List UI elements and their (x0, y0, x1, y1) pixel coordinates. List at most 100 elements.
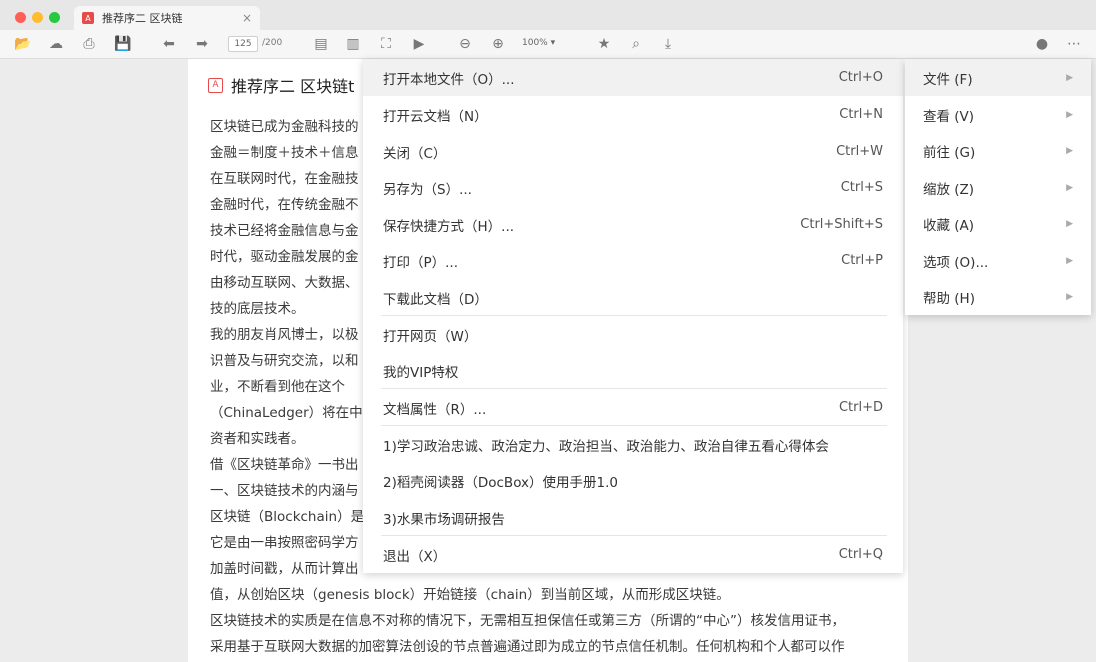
print-icon[interactable]: ⎙ (81, 36, 97, 52)
menu-item-shortcut: Ctrl+S (840, 180, 883, 195)
menu-options[interactable]: 选项 (O)... ▶ (905, 242, 1091, 279)
menu-item-label: 另存为（S）... (383, 181, 472, 198)
menu-item-label: 缩放 (Z) (923, 181, 975, 198)
menu-item-label: 2)稻壳阅读器（DocBox）使用手册1.0 (383, 474, 618, 491)
chevron-right-icon: ▶ (1066, 255, 1073, 266)
document-line: 在互联网时代，在金融技 (210, 171, 359, 187)
pdf-icon: A (208, 77, 223, 93)
menu-item-close[interactable]: 关闭（C） Ctrl+W (363, 133, 903, 170)
document-line: 业，不断看到他在这个 (210, 379, 345, 395)
menu-item-print[interactable]: 打印（P）... Ctrl+P (363, 242, 903, 279)
menu-item-label: 打开网页（W） (383, 328, 478, 345)
menu-item-label: 打印（P）... (383, 254, 459, 271)
menu-file[interactable]: 文件 (F) ▶ (905, 59, 1091, 96)
close-icon[interactable]: × (242, 11, 252, 25)
menu-item-label: 我的VIP特权 (383, 364, 459, 381)
document-line: 时代，驱动金融发展的金 (210, 249, 359, 265)
menu-zoom[interactable]: 缩放 (Z) ▶ (905, 169, 1091, 206)
chevron-right-icon: ▶ (1066, 182, 1073, 193)
document-line: 借《区块链革命》一书出 (210, 457, 359, 473)
document-tab[interactable]: A 推荐序二 区块链 × (74, 6, 260, 30)
page-number-input[interactable]: 125 (228, 36, 258, 52)
menu-item-label: 收藏 (A) (923, 217, 975, 234)
menu-item-open-local[interactable]: 打开本地文件（O）... Ctrl+O (363, 59, 903, 96)
main-menu: 文件 (F) ▶ 查看 (V) ▶ 前往 (G) ▶ 缩放 (Z) ▶ 收藏 (… (905, 59, 1091, 315)
chevron-down-icon: ▾ (550, 38, 556, 48)
menu-item-label: 选项 (O)... (923, 254, 989, 271)
menu-item-shortcut: Ctrl+Q (838, 547, 883, 562)
double-page-icon[interactable]: ▥ (345, 36, 361, 52)
document-line: 金融时代，在传统金融不 (210, 197, 359, 213)
menu-item-properties[interactable]: 文档属性（R）... Ctrl+D (363, 389, 903, 426)
menu-item-label: 3)水果市场调研报告 (383, 511, 505, 528)
minimize-window-button[interactable] (32, 12, 43, 23)
app-window: A 推荐序二 区块链 × 📂 ☁ ⎙ 💾 ⬅ ➡ 125 /200 ▤ ▥ ⛶ … (0, 0, 1096, 662)
zoom-select[interactable]: 100% ▾ (522, 38, 555, 48)
close-window-button[interactable] (15, 12, 26, 23)
document-line: 资者和实践者。 (210, 431, 305, 447)
more-icon[interactable]: ⋯ (1066, 36, 1082, 52)
title-bar: A 推荐序二 区块链 × (0, 0, 1096, 30)
menu-item-label: 打开本地文件（O）... (383, 71, 515, 88)
document-line: 技的底层技术。 (210, 301, 305, 317)
star-icon[interactable]: ★ (596, 36, 612, 52)
toolbar: 📂 ☁ ⎙ 💾 ⬅ ➡ 125 /200 ▤ ▥ ⛶ ▶ ⊖ ⊕ 100% ▾ … (0, 30, 1096, 59)
document-line: 值，从创始区块（genesis block）开始链接（chain）到当前区域，从… (210, 587, 730, 603)
page-total: /200 (262, 38, 283, 48)
menu-item-label: 退出（X） (383, 548, 447, 565)
pdf-icon: A (82, 12, 94, 24)
menu-item-recent-3[interactable]: 3)水果市场调研报告 (363, 499, 903, 536)
present-icon[interactable]: ▶ (411, 36, 427, 52)
menu-item-download[interactable]: 下载此文档（D） (363, 279, 903, 316)
menu-item-shortcut: Ctrl+P (841, 253, 883, 268)
document-line: 区块链技术的实质是在信息不对称的情况下，无需相互担保信任或第三方（所谓的“中心”… (210, 613, 845, 629)
menu-item-recent-1[interactable]: 1)学习政治忠诚、政治定力、政治担当、政治能力、政治自律五看心得体会 (363, 426, 903, 463)
menu-item-shortcut: Ctrl+D (838, 400, 883, 415)
menu-help[interactable]: 帮助 (H) ▶ (905, 278, 1091, 315)
menu-item-save-shortcut[interactable]: 保存快捷方式（H）... Ctrl+Shift+S (363, 206, 903, 243)
fit-screen-icon[interactable]: ⛶ (378, 36, 394, 52)
document-line: 它是由一串按照密码学方 (210, 535, 359, 551)
menu-item-open-cloud[interactable]: 打开云文档（N） Ctrl+N (363, 96, 903, 133)
menu-go[interactable]: 前往 (G) ▶ (905, 132, 1091, 169)
save-cloud-icon[interactable]: ☁ (48, 36, 64, 52)
menu-item-shortcut: Ctrl+O (838, 70, 883, 85)
menu-favorites[interactable]: 收藏 (A) ▶ (905, 205, 1091, 242)
download-icon[interactable]: ⤓ (660, 36, 676, 52)
user-icon[interactable]: ● (1034, 36, 1050, 52)
chevron-right-icon: ▶ (1066, 145, 1073, 156)
menu-item-recent-2[interactable]: 2)稻壳阅读器（DocBox）使用手册1.0 (363, 462, 903, 499)
menu-item-label: 文档属性（R）... (383, 401, 487, 418)
menu-item-label: 查看 (V) (923, 108, 975, 125)
menu-view[interactable]: 查看 (V) ▶ (905, 96, 1091, 133)
document-line: （ChinaLedger）将在中 (210, 405, 363, 421)
zoom-window-button[interactable] (49, 12, 60, 23)
single-page-icon[interactable]: ▤ (313, 36, 329, 52)
search-icon[interactable]: ⌕ (628, 36, 644, 52)
chevron-right-icon: ▶ (1066, 291, 1073, 302)
menu-item-exit[interactable]: 退出（X） Ctrl+Q (363, 536, 903, 573)
chevron-right-icon: ▶ (1066, 218, 1073, 229)
menu-item-label: 打开云文档（N） (383, 108, 488, 125)
back-arrow-icon[interactable]: ⬅ (161, 36, 177, 52)
menu-item-label: 文件 (F) (923, 71, 973, 88)
menu-item-vip[interactable]: 我的VIP特权 (363, 352, 903, 389)
menu-item-label: 下载此文档（D） (383, 291, 488, 308)
document-line: 区块链（Blockchain）是 (210, 509, 365, 525)
open-folder-icon[interactable]: 📂 (14, 36, 31, 52)
document-line: 金融＝制度＋技术＋信息 (210, 145, 359, 161)
zoom-out-icon[interactable]: ⊖ (457, 36, 473, 52)
menu-item-shortcut: Ctrl+W (836, 144, 883, 159)
save-icon[interactable]: 💾 (114, 36, 131, 52)
document-line: 技术已经将金融信息与金 (210, 223, 359, 239)
document-line: 一、区块链技术的内涵与 (210, 483, 359, 499)
menu-item-open-web[interactable]: 打开网页（W） (363, 316, 903, 353)
zoom-in-icon[interactable]: ⊕ (490, 36, 506, 52)
document-line: 采用基于互联网大数据的加密算法创设的节点普遍通过即为成立的节点信任机制。任何机构… (210, 639, 845, 655)
menu-item-save-as[interactable]: 另存为（S）... Ctrl+S (363, 169, 903, 206)
menu-item-label: 前往 (G) (923, 144, 976, 161)
forward-arrow-icon[interactable]: ➡ (194, 36, 210, 52)
document-line: 识普及与研究交流，以和 (210, 353, 359, 369)
document-line: 区块链已成为金融科技的 (210, 119, 359, 135)
document-line: 我的朋友肖风博士，以极 (210, 327, 359, 343)
